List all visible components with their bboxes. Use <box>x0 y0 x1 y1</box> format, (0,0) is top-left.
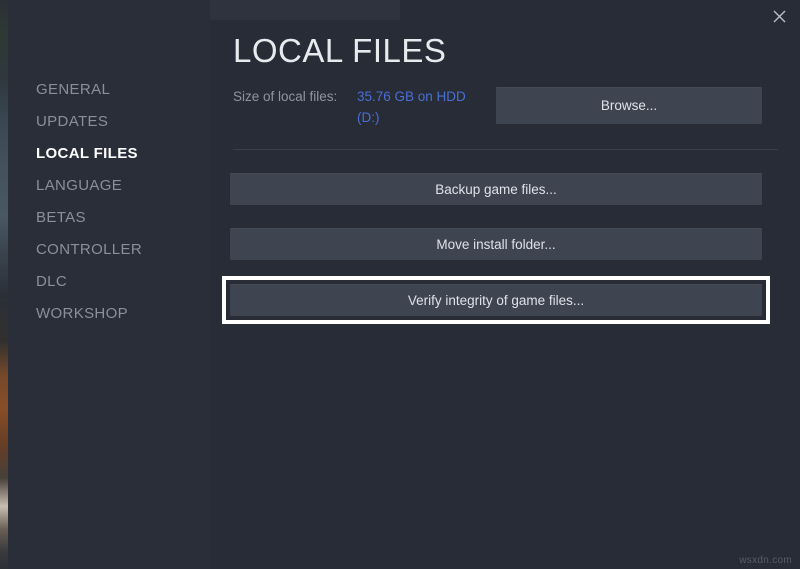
sidebar-item-label: LANGUAGE <box>36 177 123 194</box>
size-of-local-files-label: Size of local files: <box>233 89 338 104</box>
sidebar-item-workshop[interactable]: WORKSHOP <box>8 298 210 330</box>
close-icon[interactable] <box>764 2 794 30</box>
browse-button[interactable]: Browse... <box>496 87 762 124</box>
sidebar-item-local-files[interactable]: LOCAL FILES <box>8 138 210 170</box>
background-window-edge-strip <box>0 0 8 569</box>
sidebar-item-label: CONTROLLER <box>36 241 143 258</box>
move-install-folder-button[interactable]: Move install folder... <box>230 228 762 260</box>
sidebar-item-label: BETAS <box>36 209 86 226</box>
page-title: LOCAL FILES <box>233 32 447 69</box>
sidebar-item-label: LOCAL FILES <box>36 145 138 162</box>
sidebar-item-controller[interactable]: CONTROLLER <box>8 234 210 266</box>
size-of-local-files-value: 35.76 GB on HDD (D:) <box>357 89 466 125</box>
sidebar-item-label: DLC <box>36 273 68 290</box>
sidebar-item-label: WORKSHOP <box>36 305 128 322</box>
sidebar-item-label: UPDATES <box>36 113 109 130</box>
sidebar-item-updates[interactable]: UPDATES <box>8 106 210 138</box>
sidebar-item-betas[interactable]: BETAS <box>8 202 210 234</box>
local-files-panel: LOCAL FILES Size of local files: 35.76 G… <box>210 0 800 569</box>
sidebar-item-label: GENERAL <box>36 81 111 98</box>
settings-sidebar: GENERAL UPDATES LOCAL FILES LANGUAGE BET… <box>8 0 210 569</box>
verify-integrity-of-game-files-button[interactable]: Verify integrity of game files... <box>230 284 762 316</box>
watermark: wsxdn.com <box>739 555 792 566</box>
backup-game-files-button[interactable]: Backup game files... <box>230 173 762 205</box>
sidebar-item-dlc[interactable]: DLC <box>8 266 210 298</box>
sidebar-item-language[interactable]: LANGUAGE <box>8 170 210 202</box>
sidebar-nav-list: GENERAL UPDATES LOCAL FILES LANGUAGE BET… <box>8 74 210 330</box>
steam-game-properties-window: GENERAL UPDATES LOCAL FILES LANGUAGE BET… <box>0 0 800 569</box>
sidebar-item-general[interactable]: GENERAL <box>8 74 210 106</box>
section-divider <box>233 149 778 150</box>
